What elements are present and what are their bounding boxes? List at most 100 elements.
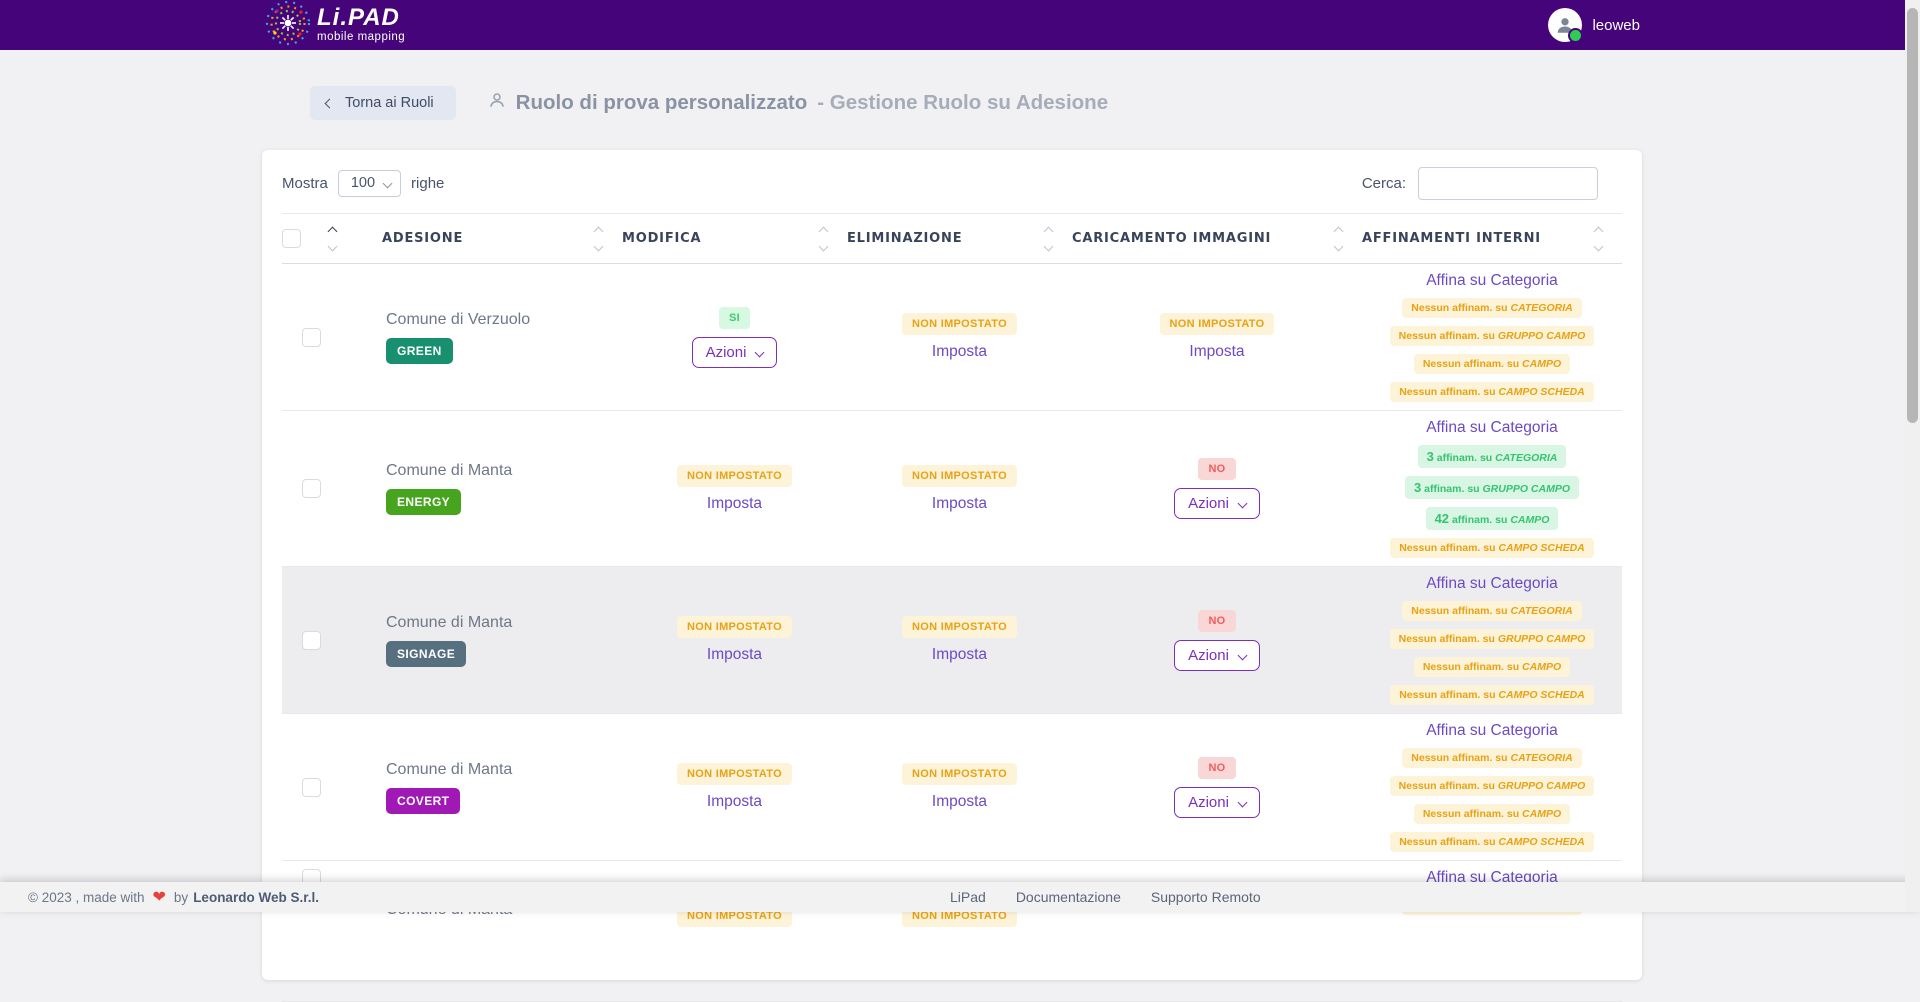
sort-asc-icon[interactable] [594, 226, 604, 236]
affinamento-target: CAMPO SCHEDA [1498, 542, 1584, 554]
person-icon [488, 91, 506, 115]
azioni-label: Azioni [706, 344, 747, 361]
footer-link-lipad[interactable]: LiPad [950, 889, 986, 905]
sort-desc-icon[interactable] [1594, 241, 1604, 251]
status-badge: NON IMPOSTATO [902, 465, 1017, 487]
page-title: Ruolo di prova personalizzato - Gestione… [488, 91, 1108, 115]
rows-per-page-control: Mostra 100 righe [282, 170, 444, 197]
logo-starburst-icon [265, 0, 311, 51]
page-title-section: - Gestione Ruolo su Adesione [817, 91, 1108, 115]
imposta-link[interactable]: Imposta [707, 646, 762, 664]
sort-desc-icon[interactable] [328, 241, 338, 251]
cell-modifica: NON IMPOSTATOImposta [622, 714, 847, 860]
azioni-dropdown[interactable]: Azioni [1174, 787, 1260, 818]
affinamento-target: CATEGORIA [1495, 452, 1557, 464]
cell-eliminazione: NON IMPOSTATOImposta [847, 714, 1072, 860]
table-header-row: ADESIONEMODIFICAELIMINAZIONE CARICAMENTO … [282, 213, 1622, 264]
sort-desc-icon[interactable] [1334, 241, 1344, 251]
cell-adesione: Comune di MantaENERGY [382, 411, 622, 566]
table-controls: Mostra 100 righe Cerca: [282, 150, 1622, 213]
cell-caricamento-immagini: NON IMPOSTATO Imposta [1072, 264, 1362, 410]
select-all-checkbox[interactable] [282, 229, 301, 248]
status-badge: NON IMPOSTATO [677, 465, 792, 487]
column-header-caricamento-immagini[interactable]: CARICAMENTO IMMAGINI [1072, 228, 1362, 250]
imposta-link[interactable]: Imposta [932, 495, 987, 513]
affinamento-badge: Nessun affinam. su CAMPO SCHEDA [1390, 538, 1594, 558]
sort-icons [1335, 228, 1342, 250]
footer-link-supporto-remoto[interactable]: Supporto Remoto [1151, 889, 1261, 905]
sort-icons [329, 228, 336, 250]
sort-desc-icon[interactable] [594, 241, 604, 251]
vertical-scrollbar[interactable] [1905, 0, 1920, 912]
sort-asc-icon[interactable] [819, 226, 829, 236]
scrollbar-thumb[interactable] [1907, 8, 1918, 423]
column-header-modifica[interactable]: MODIFICA [622, 228, 847, 250]
app-logo[interactable]: Li.PAD mobile mapping [265, 0, 405, 51]
cell-affinamenti-interni: Affina su CategoriaNessun affinam. su CA… [1362, 714, 1622, 860]
column-header-affinamenti-interni[interactable]: AFFINAMENTI INTERNI [1362, 228, 1622, 250]
page-title-role: Ruolo di prova personalizzato [516, 91, 808, 115]
adesione-badge: COVERT [386, 788, 460, 814]
azioni-label: Azioni [1188, 495, 1229, 512]
footer: © 2023 , made with ❤ by Leonardo Web S.r… [0, 882, 1920, 912]
company-name: Leonardo Web S.r.l. [193, 890, 319, 905]
affinamento-badge: Nessun affinam. su CAMPO SCHEDA [1390, 382, 1594, 402]
column-label: CARICAMENTO IMMAGINI [1072, 231, 1271, 246]
affinamento-badge: Nessun affinam. su GRUPPO CAMPO [1390, 776, 1595, 796]
user-menu[interactable]: leoweb [1548, 0, 1640, 50]
sort-desc-icon[interactable] [1044, 241, 1054, 251]
adesione-name: Comune di Manta [386, 761, 512, 779]
sort-icons [820, 228, 827, 250]
affina-su-categoria-link[interactable]: Affina su Categoria [1426, 272, 1558, 290]
adesione-name: Comune di Verzuolo [386, 311, 530, 329]
sort-asc-icon[interactable] [1044, 226, 1054, 236]
column-header-select[interactable] [282, 228, 382, 250]
imposta-link[interactable]: Imposta [707, 495, 762, 513]
affinamento-badge: 42 affinam. su CAMPO [1426, 507, 1559, 530]
status-badge: NON IMPOSTATO [677, 616, 792, 638]
imposta-link[interactable]: Imposta [932, 793, 987, 811]
affinamento-target: CAMPO SCHEDA [1498, 689, 1584, 701]
sort-asc-icon[interactable] [1594, 226, 1604, 236]
rows-per-page-select[interactable]: 100 [338, 170, 401, 197]
affina-su-categoria-link[interactable]: Affina su Categoria [1426, 419, 1558, 437]
back-button-label: Torna ai Ruoli [345, 95, 434, 111]
adesione-badge: GREEN [386, 338, 453, 364]
column-header-adesione[interactable]: ADESIONE [382, 228, 622, 250]
avatar[interactable] [1548, 8, 1582, 42]
sort-asc-icon[interactable] [328, 226, 338, 236]
cell-adesione: Comune di Verzuolo GREEN [382, 264, 622, 410]
azioni-dropdown[interactable]: Azioni [1174, 488, 1260, 519]
affina-su-categoria-link[interactable]: Affina su Categoria [1426, 575, 1558, 593]
table-row: Comune di Manta COVERT NON IMPOSTATOImpost… [282, 714, 1622, 861]
chevron-down-icon [755, 347, 765, 357]
search-input[interactable] [1418, 167, 1598, 200]
sort-asc-icon[interactable] [1334, 226, 1344, 236]
footer-link-documentazione[interactable]: Documentazione [1016, 889, 1121, 905]
status-badge: NON IMPOSTATO [902, 313, 1017, 335]
imposta-link[interactable]: Imposta [932, 343, 987, 361]
table-row: Comune di MantaSIGNAGENON IMPOSTATOImpos… [282, 567, 1622, 714]
affinamento-target: CAMPO SCHEDA [1498, 386, 1584, 398]
rows-per-page-prefix: Mostra [282, 175, 328, 192]
column-header-eliminazione[interactable]: ELIMINAZIONE [847, 228, 1072, 250]
search-control: Cerca: [1362, 167, 1598, 200]
affina-su-categoria-link[interactable]: Affina su Categoria [1426, 722, 1558, 740]
back-to-roles-button[interactable]: Torna ai Ruoli [310, 86, 456, 120]
status-badge: SI [719, 307, 750, 329]
row-checkbox[interactable] [302, 778, 321, 797]
imposta-link[interactable]: Imposta [707, 793, 762, 811]
status-badge: NON IMPOSTATO [1160, 313, 1275, 335]
chevron-down-icon [1237, 499, 1247, 509]
sort-desc-icon[interactable] [819, 241, 829, 251]
azioni-dropdown[interactable]: Azioni [1174, 640, 1260, 671]
column-label: ELIMINAZIONE [847, 231, 962, 246]
azioni-dropdown[interactable]: Azioni [692, 337, 778, 368]
row-checkbox[interactable] [302, 631, 321, 650]
table-row: Comune di MantaENERGY NON IMPOSTATO Impost… [282, 411, 1622, 567]
row-checkbox[interactable] [302, 479, 321, 498]
imposta-link[interactable]: Imposta [1189, 343, 1244, 361]
row-checkbox[interactable] [302, 328, 321, 347]
imposta-link[interactable]: Imposta [932, 646, 987, 664]
cell-affinamenti-interni: Affina su Categoria Nessun affinam. su CA… [1362, 264, 1622, 410]
